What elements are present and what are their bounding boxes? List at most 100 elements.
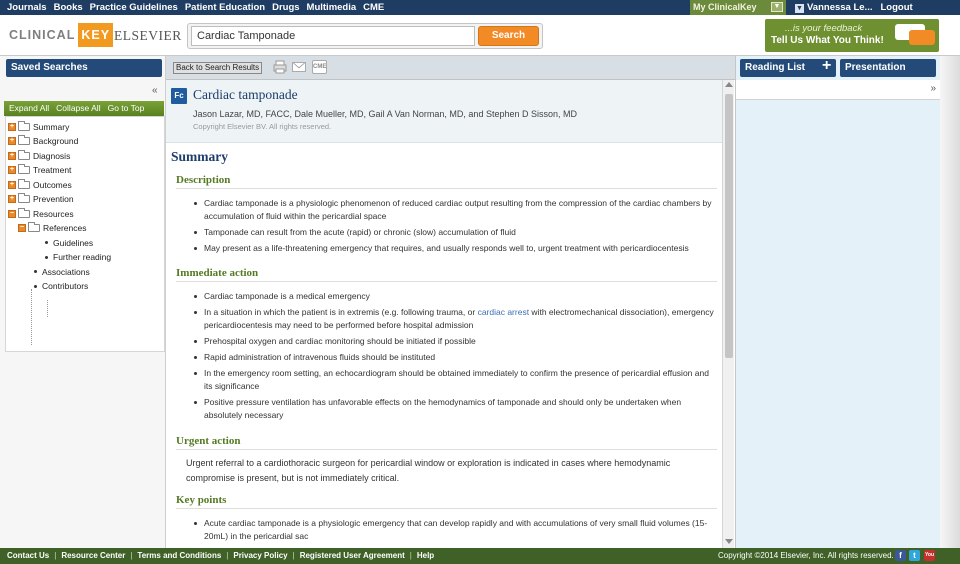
tree-item-outcomes[interactable]: + Outcomes xyxy=(8,178,72,191)
footer-links: Contact Us | Resource Center | Terms and C… xyxy=(7,551,434,560)
back-to-search-results-button[interactable]: Back to Search Results xyxy=(173,62,263,74)
tree-item-label: Background xyxy=(33,136,79,146)
user-agreement-link[interactable]: Registered User Agreement xyxy=(300,551,405,560)
tree-item-label: References xyxy=(43,223,87,233)
feedback-line1: ...is your feedback xyxy=(785,23,863,34)
twitter-icon[interactable]: t xyxy=(909,550,920,561)
folder-icon xyxy=(18,149,30,160)
footer: Contact Us | Resource Center | Terms and C… xyxy=(0,548,960,564)
chevron-down-icon[interactable]: ▼ xyxy=(771,2,783,12)
collapse-icon[interactable]: − xyxy=(8,209,16,218)
product-nav: Journals Books Practice Guidelines Patie… xyxy=(7,2,384,13)
tree-item-diagnosis[interactable]: + Diagnosis xyxy=(8,149,70,162)
search-button[interactable]: Search xyxy=(478,26,539,46)
logout-link[interactable]: Logout xyxy=(880,2,912,13)
email-icon[interactable] xyxy=(292,62,306,72)
tree-controls: Expand All Collapse All Go to Top xyxy=(4,101,164,116)
folder-icon xyxy=(28,222,40,232)
summary-heading: Summary xyxy=(171,149,228,164)
tree-item-label: Guidelines xyxy=(53,237,94,248)
collapse-icon[interactable]: − xyxy=(18,224,26,232)
list-item: Rapid administration of intravenous flui… xyxy=(194,351,716,364)
facebook-icon[interactable]: f xyxy=(895,550,906,561)
article-content: Fc Cardiac tamponade Jason Lazar, MD, FA… xyxy=(166,80,735,548)
elsevier-logo: ELSEVIER xyxy=(114,28,182,43)
key-points-heading: Key points xyxy=(176,494,717,509)
presentation-button[interactable]: Presentation xyxy=(840,59,936,77)
cardiac-arrest-link[interactable]: cardiac arrest xyxy=(478,307,530,317)
logo-key-text: KEY xyxy=(78,23,114,47)
folder-icon xyxy=(18,135,30,145)
clinicalkey-logo[interactable]: CLINICAL KEY xyxy=(9,22,114,48)
tree-item-label: Diagnosis xyxy=(33,150,71,161)
scroll-up-icon[interactable] xyxy=(725,82,733,87)
user-name: Vannessa Le... xyxy=(807,2,873,13)
list-item: Positive pressure ventilation has unfavo… xyxy=(194,396,716,422)
tree-item-prevention[interactable]: + Prevention xyxy=(8,193,74,206)
tree-item-contributors[interactable]: Contributors xyxy=(34,280,88,293)
list-item: Cardiac tamponade is a medical emergency xyxy=(194,290,716,303)
content-scrollbar[interactable] xyxy=(722,80,734,548)
search-input[interactable] xyxy=(191,26,475,46)
resource-center-link[interactable]: Resource Center xyxy=(61,551,125,560)
tree-item-treatment[interactable]: + Treatment xyxy=(8,164,71,177)
tree-item-summary[interactable]: + Summary xyxy=(8,120,69,133)
collapse-left-icon[interactable]: « xyxy=(152,85,158,96)
help-link[interactable]: Help xyxy=(417,551,434,560)
divider: | xyxy=(292,551,295,560)
nav-journals[interactable]: Journals xyxy=(7,2,47,13)
saved-searches-button[interactable]: Saved Searches xyxy=(6,59,162,77)
expand-all-link[interactable]: Expand All xyxy=(9,103,49,116)
tree-line xyxy=(47,300,48,317)
user-menu: ▼ Vannessa Le... Logout xyxy=(795,2,913,13)
tree-item-resources[interactable]: − Resources xyxy=(8,207,74,220)
urgent-action-text: Urgent referral to a cardiothoracic surg… xyxy=(186,458,671,483)
expand-icon[interactable]: + xyxy=(8,195,16,203)
expand-right-icon[interactable]: » xyxy=(930,83,936,94)
scrollbar-thumb[interactable] xyxy=(725,94,733,358)
contact-us-link[interactable]: Contact Us xyxy=(7,551,49,560)
folder-icon xyxy=(18,164,30,174)
list-item: In the emergency room setting, an echoca… xyxy=(194,367,716,393)
list-item-text: In a situation in which the patient is i… xyxy=(204,307,478,317)
divider: | xyxy=(226,551,229,560)
scroll-down-icon[interactable] xyxy=(725,539,733,544)
nav-practice-guidelines[interactable]: Practice Guidelines xyxy=(90,2,178,13)
nav-drugs[interactable]: Drugs xyxy=(272,2,299,13)
tree-item-further-reading[interactable]: Further reading xyxy=(45,251,111,264)
print-icon[interactable] xyxy=(273,60,287,74)
tree-item-associations[interactable]: Associations xyxy=(34,265,90,278)
terms-link[interactable]: Terms and Conditions xyxy=(137,551,221,560)
expand-icon[interactable]: + xyxy=(8,151,16,160)
expand-icon[interactable]: + xyxy=(8,180,16,189)
folder-icon xyxy=(18,207,30,218)
expand-icon[interactable]: + xyxy=(8,166,16,174)
nav-cme[interactable]: CME xyxy=(363,2,384,13)
collapse-all-link[interactable]: Collapse All xyxy=(56,103,100,116)
list-item: Acute cardiac tamponade is a physiologic… xyxy=(194,517,716,543)
nav-multimedia[interactable]: Multimedia xyxy=(307,2,357,13)
tree-item-guidelines[interactable]: Guidelines xyxy=(45,236,93,249)
feedback-banner[interactable]: ...is your feedback Tell Us What You Thi… xyxy=(765,19,939,52)
bullet-icon xyxy=(34,270,37,273)
cme-icon[interactable]: CME xyxy=(312,60,327,74)
privacy-policy-link[interactable]: Privacy Policy xyxy=(233,551,287,560)
immediate-action-heading: Immediate action xyxy=(176,267,717,282)
nav-patient-education[interactable]: Patient Education xyxy=(185,2,265,13)
tree-item-background[interactable]: + Background xyxy=(8,135,78,148)
user-name-menu[interactable]: ▼ Vannessa Le... xyxy=(795,2,872,13)
list-item: In a situation in which the patient is i… xyxy=(194,306,716,332)
my-clinicalkey-menu[interactable]: My ClinicalKey ▼ xyxy=(690,0,786,15)
first-consult-badge-icon: Fc xyxy=(171,88,187,104)
expand-icon[interactable]: + xyxy=(8,137,16,145)
tree-item-references[interactable]: − References xyxy=(18,222,86,235)
add-reading-list-icon[interactable]: + xyxy=(822,58,836,74)
tree-item-label: Resources xyxy=(33,208,74,219)
youtube-icon[interactable]: You xyxy=(924,550,935,561)
expand-icon[interactable]: + xyxy=(8,122,16,131)
go-to-top-link[interactable]: Go to Top xyxy=(108,103,145,116)
tree-item-label: Associations xyxy=(42,266,90,277)
tree-item-label: Treatment xyxy=(33,165,72,175)
nav-books[interactable]: Books xyxy=(54,2,83,13)
description-heading: Description xyxy=(176,174,717,189)
